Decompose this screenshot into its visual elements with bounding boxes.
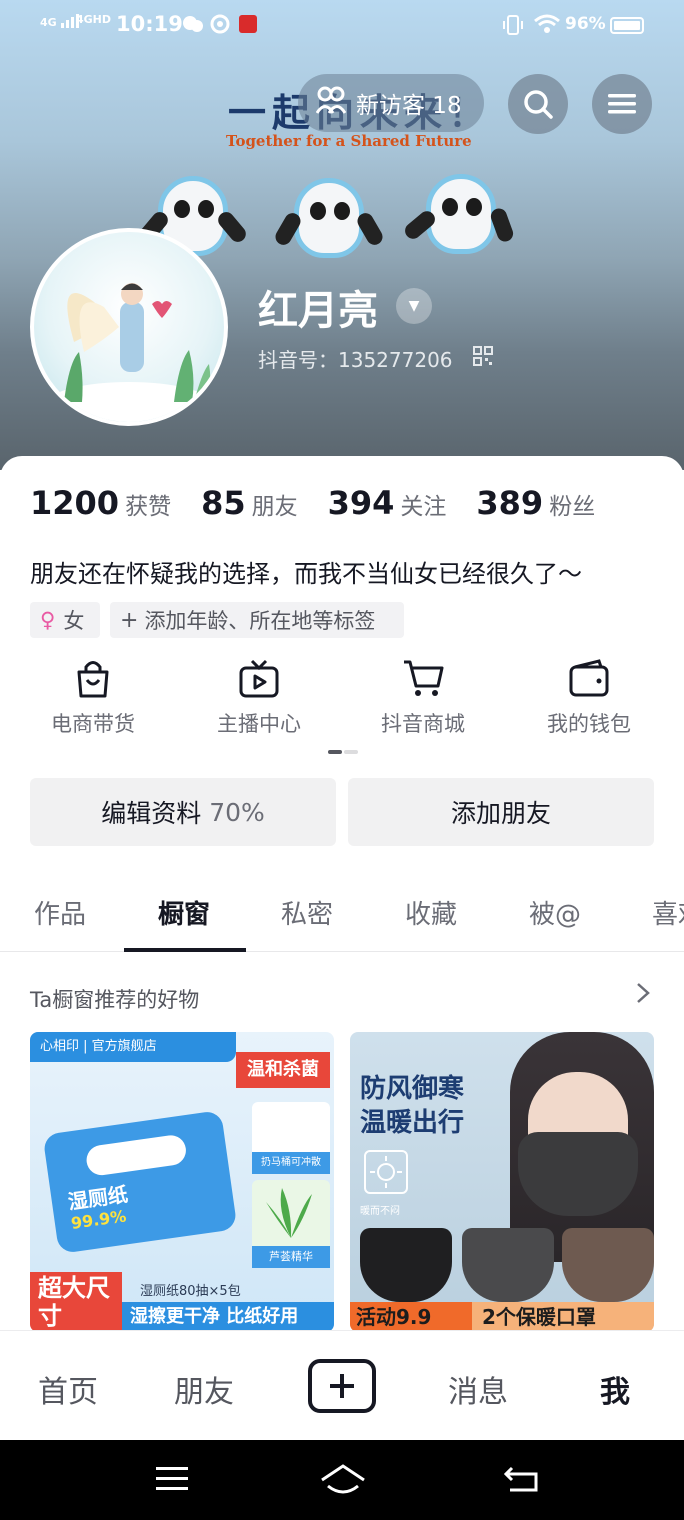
chevron-right-icon[interactable]: [636, 982, 650, 1010]
stats-row: 1200 获赞 85 朋友 394 关注 389 粉丝: [30, 484, 625, 522]
wifi-icon: [534, 14, 560, 38]
tab-likes[interactable]: 喜欢: [652, 894, 684, 931]
panda-mascot-right: [401, 168, 516, 266]
app-notification-icon: [238, 14, 258, 38]
mask-promo-price: 活动9.9: [350, 1302, 472, 1332]
nav-me[interactable]: 我: [600, 1367, 630, 1411]
recent-apps-icon[interactable]: [156, 1464, 188, 1496]
mask-headline-1: 防风御寒: [360, 1074, 465, 1104]
tab-favorites[interactable]: 收藏: [405, 894, 457, 931]
new-visitors-button[interactable]: 新访客 18: [298, 74, 484, 132]
add-tags-button[interactable]: + 添加年龄、所在地等标签: [110, 602, 404, 638]
stat-friends[interactable]: 85 朋友: [201, 484, 298, 522]
signal-indicator-2: 4GHD: [76, 13, 112, 26]
mask-small-note: 暖而不闷: [360, 1206, 400, 1217]
avatar[interactable]: [30, 228, 228, 426]
profile-bio[interactable]: 朋友还在怀疑我的选择，而我不当仙女已经很久了～: [30, 554, 582, 589]
feature-aloe: 芦荟精华: [252, 1180, 330, 1268]
caret-down-icon: ▼: [408, 298, 420, 314]
product-card-wet-wipes[interactable]: 心相印 | 官方旗舰店 温和杀菌 湿厕纸 99.9% 扔马桶可冲散 芦荟精华 湿…: [30, 1032, 334, 1332]
search-icon: [524, 90, 553, 119]
warm-icon: [364, 1150, 408, 1194]
page-indicator: [328, 750, 358, 754]
add-friend-button[interactable]: 添加朋友: [348, 778, 654, 846]
quick-entry-ecommerce[interactable]: 电商带货: [28, 656, 158, 738]
shopping-bag-icon: [28, 656, 158, 700]
mask-headline-2: 温暖出行: [360, 1108, 465, 1138]
wipes-package: 湿厕纸 99.9%: [42, 1110, 238, 1254]
nav-home[interactable]: 首页: [38, 1367, 98, 1411]
clock: 10:19: [116, 12, 183, 36]
status-bar: 4G 4GHD 10:19 96%: [0, 0, 684, 54]
quick-entry-wallet[interactable]: 我的钱包: [524, 656, 654, 738]
quick-entry-douyin-mall[interactable]: 抖音商城: [358, 656, 488, 738]
search-button[interactable]: [508, 74, 568, 134]
tab-private[interactable]: 私密: [281, 894, 333, 931]
angel-nurse-illustration: [49, 283, 211, 422]
home-icon[interactable]: [320, 1464, 366, 1498]
tab-mentions[interactable]: 被@: [529, 894, 581, 931]
plus-icon: [330, 1374, 354, 1398]
profile-name: 红月亮: [258, 288, 378, 334]
panda-mascot-center: [272, 172, 386, 270]
active-tab-indicator: [124, 948, 246, 952]
mask-gray: [462, 1228, 554, 1302]
model-mask: [518, 1132, 638, 1216]
stat-followers[interactable]: 389 粉丝: [476, 484, 595, 522]
account-switch-button[interactable]: ▼: [396, 288, 432, 324]
vibrate-icon: [502, 14, 524, 40]
showcase-title: Ta橱窗推荐的好物: [30, 988, 200, 1012]
back-icon[interactable]: [503, 1464, 540, 1498]
visitors-icon: [315, 86, 347, 121]
create-post-button[interactable]: [308, 1359, 376, 1413]
mask-black: [360, 1228, 452, 1302]
cart-icon: [358, 656, 488, 700]
female-symbol-icon: ♀: [40, 608, 56, 632]
mask-brown: [562, 1228, 654, 1302]
banner-art-subtitle: Together for a Shared Future: [226, 132, 472, 150]
qr-code-icon[interactable]: [473, 346, 493, 370]
nav-friends[interactable]: 朋友: [174, 1367, 234, 1411]
nav-messages[interactable]: 消息: [448, 1367, 508, 1411]
product-spec: 湿厕纸80抽×5包: [140, 1284, 241, 1299]
plus-icon: +: [120, 607, 139, 633]
profile-completion: 70%: [209, 797, 265, 827]
tab-works[interactable]: 作品: [34, 894, 86, 931]
bottom-navigation: 首页 朋友 消息 我: [0, 1330, 684, 1440]
tv-play-icon: [194, 656, 324, 700]
new-visitors-label: 新访客 18: [356, 93, 462, 119]
douyin-id: 抖音号：135277206: [258, 348, 453, 372]
swirl-app-icon: [210, 14, 230, 38]
system-navigation-bar: [0, 1440, 684, 1520]
stat-likes[interactable]: 1200 获赞: [30, 484, 171, 522]
battery-percent: 96%: [565, 14, 606, 34]
tab-showcase[interactable]: 橱窗: [158, 894, 210, 931]
product-card-face-mask[interactable]: 防风御寒 温暖出行 暖而不闷 活动9.9 2个保暖口罩: [350, 1032, 654, 1332]
content-tabs: 作品 橱窗 私密 收藏 被@ 喜欢: [0, 880, 684, 952]
product-size-banner: 超大尺寸: [30, 1272, 122, 1332]
product-badge: 温和杀菌: [236, 1052, 330, 1088]
product-brand: 心相印 | 官方旗舰店: [30, 1032, 236, 1062]
wechat-icon: [182, 14, 204, 38]
feature-flushable: 扔马桶可冲散: [252, 1102, 330, 1174]
mask-promo-text: 2个保暖口罩: [472, 1302, 654, 1332]
product-slogan: 湿擦更干净 比纸好用: [122, 1302, 334, 1332]
hamburger-menu-icon: [608, 94, 636, 114]
gender-tag[interactable]: ♀ 女: [30, 602, 100, 638]
quick-entry-streamer-center[interactable]: 主播中心: [194, 656, 324, 738]
edit-profile-button[interactable]: 编辑资料 70%: [30, 778, 336, 846]
wallet-icon: [524, 656, 654, 700]
stat-following[interactable]: 394 关注: [328, 484, 447, 522]
menu-button[interactable]: [592, 74, 652, 134]
battery-icon: [610, 17, 644, 34]
